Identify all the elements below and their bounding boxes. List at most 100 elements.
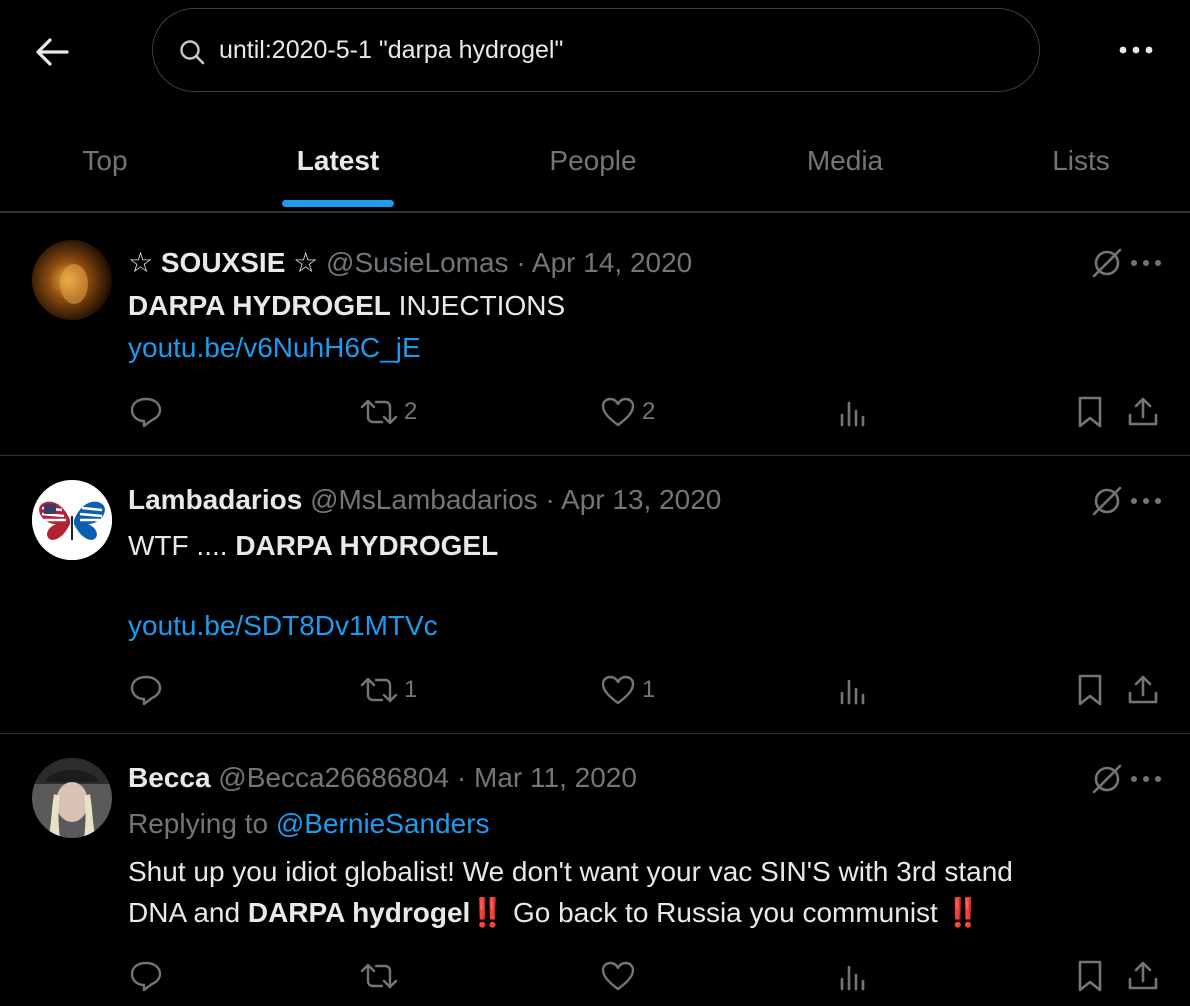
- tweet-text-line: DNA and DARPA hydrogel‼️ Go back to Russ…: [128, 896, 980, 929]
- grok-icon[interactable]: [1090, 762, 1124, 796]
- retweet-button[interactable]: 2: [360, 392, 417, 432]
- tweet-date[interactable]: Apr 14, 2020: [532, 247, 692, 278]
- reply-button[interactable]: [128, 956, 164, 996]
- more-horizontal-icon: [1131, 498, 1161, 504]
- tweet-header: Lambadarios @MsLambadarios · Apr 13, 202…: [128, 484, 721, 516]
- user-handle[interactable]: @MsLambadarios: [310, 484, 538, 515]
- like-count: 2: [642, 398, 656, 425]
- tweet[interactable]: ☆ SOUXSIE ☆ @SusieLomas · Apr 14, 2020 D…: [0, 214, 1190, 456]
- analytics-icon: [840, 965, 865, 991]
- double-exclamation-emoji: ‼️: [470, 897, 506, 928]
- search-tabs: Top Latest People Media Lists: [0, 112, 1190, 210]
- replying-to: Replying to @BernieSanders: [128, 808, 490, 840]
- like-button[interactable]: 2: [600, 392, 655, 432]
- tab-people[interactable]: People: [520, 112, 666, 210]
- bookmark-icon: [1078, 396, 1102, 428]
- tweet-header: Becca @Becca26686804 · Mar 11, 2020: [128, 762, 637, 794]
- retweet-icon: [360, 399, 398, 425]
- views-button[interactable]: [838, 670, 868, 710]
- share-button[interactable]: [1126, 956, 1160, 996]
- tweet[interactable]: Lambadarios @MsLambadarios · Apr 13, 202…: [0, 456, 1190, 734]
- tweet[interactable]: Becca @Becca26686804 · Mar 11, 2020 Repl…: [0, 734, 1190, 1006]
- active-tab-indicator: [282, 200, 394, 207]
- retweet-count: 2: [404, 398, 418, 425]
- share-icon: [1128, 961, 1158, 990]
- tabs-divider: [0, 211, 1190, 213]
- like-count: 1: [642, 676, 656, 703]
- search-icon: [180, 40, 205, 65]
- reply-button[interactable]: [128, 392, 164, 432]
- separator-dot: ·: [545, 484, 555, 515]
- tweet-header: ☆ SOUXSIE ☆ @SusieLomas · Apr 14, 2020: [128, 246, 692, 279]
- retweet-count: 1: [404, 676, 418, 703]
- bookmark-icon: [1078, 674, 1102, 706]
- bookmark-button[interactable]: [1076, 956, 1104, 996]
- double-exclamation-emoji: ‼️: [945, 897, 981, 928]
- tab-latest[interactable]: Latest: [268, 112, 408, 210]
- avatar-image: [32, 480, 112, 560]
- separator-dot: ·: [456, 762, 467, 793]
- tab-top[interactable]: Top: [40, 112, 170, 210]
- views-button[interactable]: [838, 392, 868, 432]
- tweet-link[interactable]: youtu.be/SDT8Dv1MTVc: [128, 610, 438, 642]
- avatar[interactable]: [32, 480, 112, 560]
- heart-icon: [601, 961, 635, 991]
- tweet-text-prefix: WTF ....: [128, 530, 236, 561]
- analytics-icon: [840, 401, 865, 427]
- retweet-button[interactable]: 1: [360, 670, 417, 710]
- reply-button[interactable]: [128, 670, 164, 710]
- tweet-more-button[interactable]: [1128, 484, 1164, 518]
- tweet-link[interactable]: youtu.be/v6NuhH6C_jE: [128, 332, 421, 364]
- replying-to-handle[interactable]: @BernieSanders: [276, 808, 490, 839]
- views-button[interactable]: [838, 956, 868, 996]
- bookmark-button[interactable]: [1076, 670, 1104, 710]
- user-handle[interactable]: @SusieLomas: [326, 247, 509, 278]
- heart-icon: [601, 397, 635, 427]
- share-button[interactable]: [1126, 392, 1160, 432]
- reply-icon: [130, 397, 162, 428]
- tweet-date[interactable]: Apr 13, 2020: [561, 484, 721, 515]
- search-box[interactable]: [152, 8, 1040, 92]
- grok-icon[interactable]: [1090, 246, 1124, 280]
- like-button[interactable]: 1: [600, 670, 655, 710]
- share-icon: [1128, 397, 1158, 426]
- tweet-text: WTF .... DARPA HYDROGEL: [128, 530, 498, 562]
- grok-icon[interactable]: [1090, 484, 1124, 518]
- highlighted-term: DARPA HYDROGEL: [128, 290, 391, 321]
- highlighted-term: DARPA hydrogel: [247, 897, 471, 928]
- retweet-button[interactable]: [360, 956, 398, 996]
- tab-lists[interactable]: Lists: [1026, 112, 1136, 210]
- tweet-actions: [0, 956, 1190, 996]
- highlighted-term: DARPA HYDROGEL: [235, 530, 499, 561]
- tweet-more-button[interactable]: [1128, 762, 1164, 796]
- back-button[interactable]: [28, 28, 76, 76]
- search-input[interactable]: [219, 29, 999, 71]
- tweet-more-button[interactable]: [1128, 246, 1164, 280]
- tweet-text-line: Shut up you idiot globalist! We don't wa…: [128, 856, 1013, 887]
- avatar[interactable]: [32, 758, 112, 838]
- tweet-actions: 2 2: [0, 392, 1190, 432]
- analytics-icon: [840, 679, 865, 705]
- display-name[interactable]: Becca: [128, 762, 211, 793]
- avatar-image: [32, 240, 112, 320]
- display-name[interactable]: ☆ SOUXSIE ☆: [128, 247, 318, 278]
- tweet-date[interactable]: Mar 11, 2020: [474, 762, 637, 793]
- avatar[interactable]: [32, 240, 112, 320]
- tweet-text: DARPA HYDROGEL INJECTIONS: [128, 290, 565, 322]
- bookmark-icon: [1078, 960, 1102, 992]
- replying-prefix: Replying to: [128, 808, 276, 839]
- more-horizontal-icon: [1119, 46, 1153, 54]
- like-button[interactable]: [600, 956, 636, 996]
- share-icon: [1128, 675, 1158, 704]
- display-name[interactable]: Lambadarios: [128, 484, 302, 515]
- more-options-button[interactable]: [1110, 30, 1162, 70]
- bookmark-button[interactable]: [1076, 392, 1104, 432]
- retweet-icon: [360, 677, 398, 703]
- more-horizontal-icon: [1131, 776, 1161, 782]
- tab-media[interactable]: Media: [780, 112, 910, 210]
- arrow-left-icon: [36, 38, 69, 66]
- user-handle[interactable]: @Becca26686804: [218, 762, 449, 793]
- retweet-icon: [360, 963, 398, 989]
- share-button[interactable]: [1126, 670, 1160, 710]
- tweet-text-rest: INJECTIONS: [390, 290, 566, 321]
